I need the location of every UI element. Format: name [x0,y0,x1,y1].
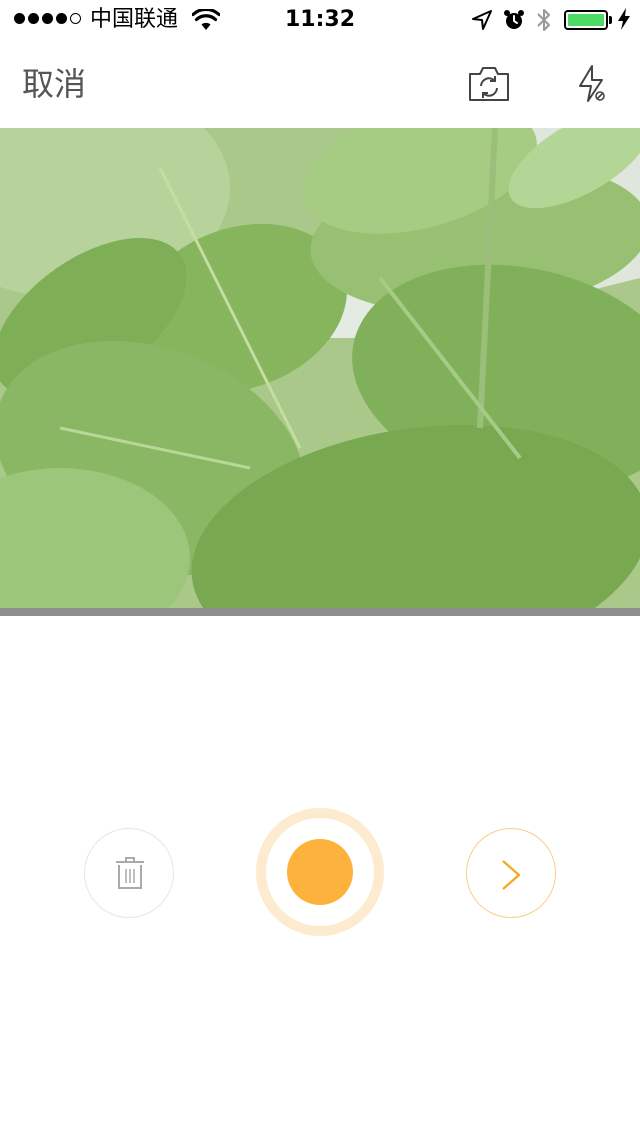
next-button[interactable] [466,828,556,918]
delete-button[interactable] [84,828,174,918]
camera-preview-image [0,128,640,608]
camera-switch-icon[interactable] [467,65,511,103]
bluetooth-icon [537,9,550,31]
charging-bolt-icon [618,8,630,30]
preview-divider [0,608,640,616]
record-icon[interactable] [287,839,353,905]
status-bar: 中国联通 11:32 [0,0,640,40]
alarm-icon [504,10,524,29]
battery-icon [564,10,608,30]
battery-cap [609,16,612,24]
trash-icon [116,857,144,889]
battery-level-fill [568,14,604,26]
cancel-button[interactable]: 取消 [22,66,86,102]
camera-preview[interactable] [0,128,640,608]
flash-icon[interactable] [575,64,609,104]
chevron-right-icon [502,860,521,890]
location-arrow-icon [472,10,492,30]
nav-bar: 取消 [0,40,640,128]
